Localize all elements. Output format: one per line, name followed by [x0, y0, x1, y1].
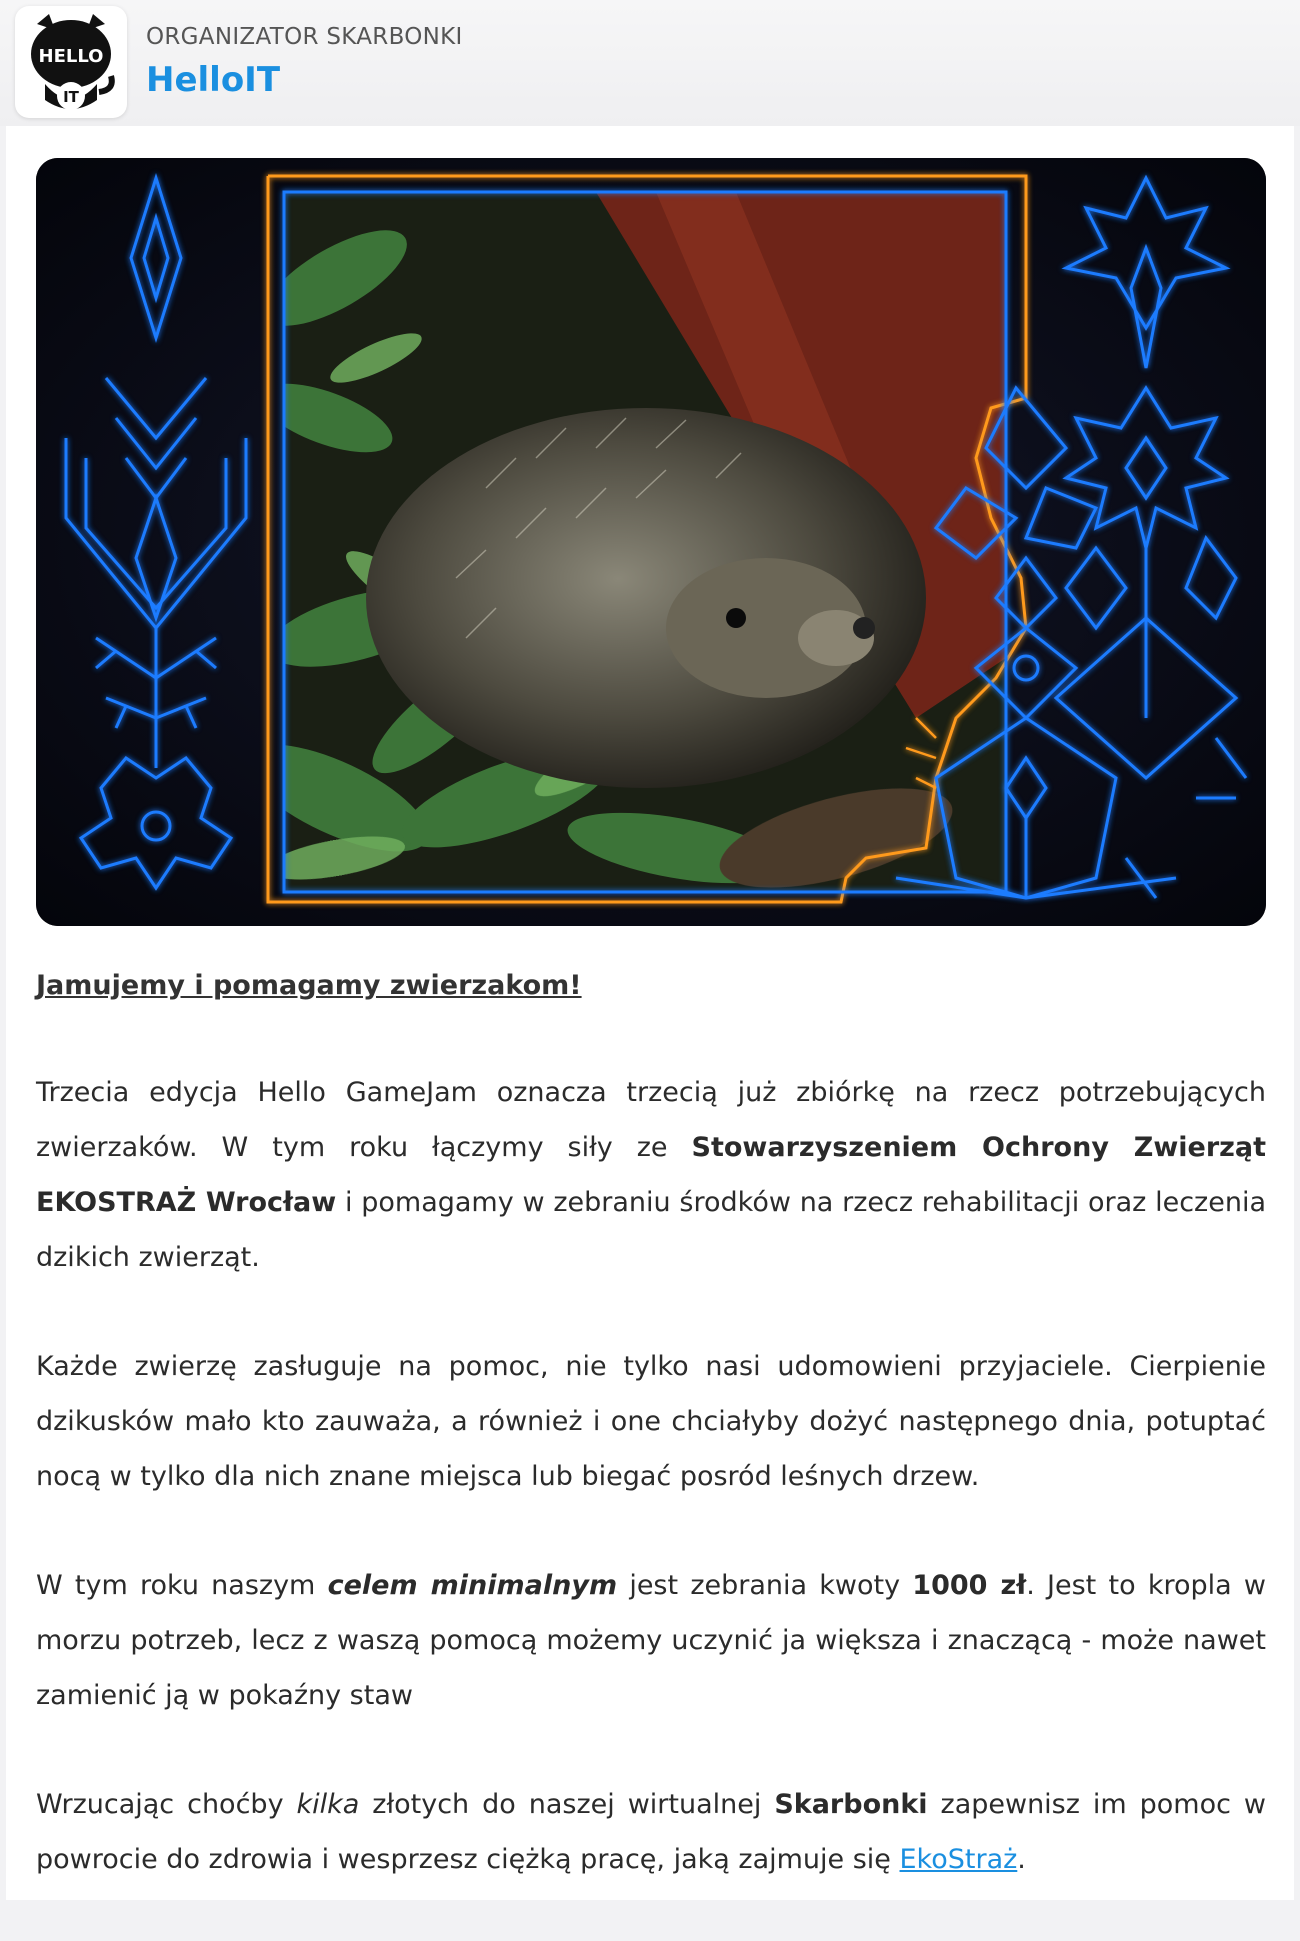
text: jest zebrania kwoty	[617, 1570, 913, 1601]
goal-amount: 1000 zł	[912, 1570, 1027, 1601]
paragraph-intro: Trzecia edycja Hello GameJam oznacza trz…	[36, 1065, 1266, 1285]
organizer-label: ORGANIZATOR SKARBONKI	[146, 24, 463, 50]
hedgehog-illustration	[36, 158, 1266, 926]
cat-logo-icon: HELLO IT	[31, 14, 115, 110]
logo-text-bottom: IT	[63, 88, 80, 106]
organizer-name-link[interactable]: HelloIT	[146, 60, 280, 100]
fundraiser-card: Jamujemy i pomagamy zwierzakom! Trzecia …	[6, 126, 1294, 1900]
hero-image	[36, 158, 1266, 926]
skarbonka-term: Skarbonki	[774, 1789, 928, 1820]
paragraph-call-to-action: Wrzucając choćby kilka złotych do naszej…	[36, 1777, 1266, 1887]
text: Wrzucając choćby	[36, 1789, 297, 1820]
emphasis: kilka	[296, 1789, 360, 1820]
text: W tym roku naszym	[36, 1570, 328, 1601]
goal-label: celem minimalnym	[327, 1570, 618, 1601]
helloit-logo[interactable]: HELLO IT	[15, 6, 127, 118]
text: złotych do naszej wirtualnej	[359, 1789, 775, 1820]
organizer-header: HELLO IT ORGANIZATOR SKARBONKI HelloIT	[0, 0, 1300, 126]
fundraiser-description: Jamujemy i pomagamy zwierzakom! Trzecia …	[36, 958, 1266, 1941]
text: .	[1017, 1844, 1026, 1875]
description-heading: Jamujemy i pomagamy zwierzakom!	[36, 970, 582, 1001]
paragraph-wild-animals: Każde zwierzę zasługuje na pomoc, nie ty…	[36, 1351, 1266, 1492]
ekostraz-link[interactable]: EkoStraż	[900, 1844, 1018, 1875]
paragraph-goal: W tym roku naszym celem minimalnym jest …	[36, 1558, 1266, 1723]
logo-text-top: HELLO	[39, 46, 104, 67]
